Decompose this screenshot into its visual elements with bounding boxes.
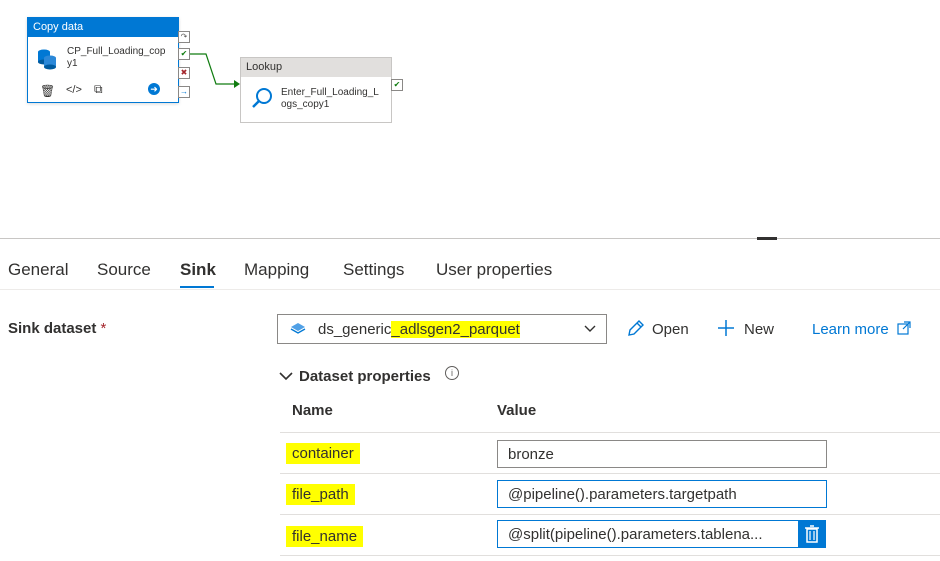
failure-port-icon[interactable]: ✖	[178, 67, 190, 79]
param-value-input[interactable]: @split(pipeline().parameters.tablena...	[497, 520, 799, 548]
completion-port-icon[interactable]: →	[178, 86, 190, 98]
param-value-input[interactable]: bronze	[497, 440, 827, 468]
tab-source[interactable]: Source	[97, 260, 151, 280]
learn-more-link[interactable]: Learn more	[812, 321, 911, 338]
new-label: New	[744, 321, 775, 338]
delete-icon[interactable]: 🗑	[40, 84, 55, 98]
clone-icon[interactable]: ⧉	[94, 82, 103, 97]
pencil-icon	[628, 320, 644, 336]
param-name: file_name	[286, 526, 364, 547]
row-divider	[280, 514, 940, 515]
success-port-icon[interactable]: ✔	[178, 48, 190, 60]
copy-data-activity[interactable]: Copy data CP_Full_Loading_copy1 🗑 </> ⧉ …	[27, 17, 179, 103]
skip-port-icon[interactable]: ↷	[178, 31, 190, 43]
tab-settings[interactable]: Settings	[343, 260, 404, 280]
tab-user-properties[interactable]: User properties	[436, 260, 552, 280]
code-icon[interactable]: </>	[66, 84, 82, 96]
plus-icon	[718, 320, 734, 336]
chevron-down-icon	[584, 325, 596, 332]
run-arrow-icon[interactable]: ➜	[148, 83, 160, 95]
open-label: Open	[652, 321, 689, 338]
tab-general[interactable]: General	[8, 260, 68, 280]
open-button[interactable]: Open	[626, 318, 689, 338]
param-name: container	[286, 443, 360, 464]
resize-handle[interactable]	[757, 237, 777, 240]
learn-more-label: Learn more	[812, 321, 889, 338]
lookup-activity[interactable]: Lookup Enter_Full_Loading_Logs_copy1	[240, 57, 392, 123]
sink-dataset-label-text: Sink dataset	[8, 320, 97, 337]
param-value-input[interactable]: @pipeline().parameters.targetpath	[497, 480, 827, 508]
lookup-activity-name: Enter_Full_Loading_Logs_copy1	[281, 87, 379, 110]
delete-value-button[interactable]	[798, 520, 826, 548]
sink-dataset-dropdown[interactable]: ds_generic_adlsgen2_parquet	[277, 314, 607, 344]
tab-mapping[interactable]: Mapping	[244, 260, 309, 280]
new-button[interactable]: New	[716, 318, 774, 338]
column-header-value: Value	[497, 402, 537, 419]
lookup-activity-type: Lookup	[241, 58, 391, 77]
param-name: file_path	[286, 484, 355, 505]
sink-dataset-value: ds_generic_adlsgen2_parquet	[318, 321, 520, 338]
table-row: file_name	[286, 526, 364, 547]
required-marker: *	[100, 320, 107, 337]
table-row: container	[286, 443, 360, 464]
row-divider	[280, 432, 940, 433]
dataset-properties-toggle[interactable]: Dataset properties	[279, 368, 431, 385]
success-connector	[186, 53, 240, 88]
dataset-icon	[290, 323, 306, 334]
copy-activity-type: Copy data	[28, 18, 178, 37]
chevron-down-icon	[279, 372, 293, 381]
dataset-properties-title: Dataset properties	[299, 368, 431, 385]
tab-sink[interactable]: Sink	[180, 260, 216, 280]
lookup-success-port-icon[interactable]: ✔	[391, 79, 403, 91]
row-divider	[280, 555, 940, 556]
dataset-name-highlight: _adlsgen2_parquet	[391, 321, 520, 338]
tabs-divider	[0, 289, 940, 290]
external-link-icon	[897, 321, 911, 335]
sink-dataset-label: Sink dataset *	[8, 320, 106, 337]
info-icon[interactable]: i	[445, 366, 459, 380]
dataset-name-prefix: ds_generic	[318, 321, 392, 338]
panel-divider	[0, 238, 940, 239]
active-tab-indicator	[180, 286, 214, 288]
database-copy-icon	[38, 49, 56, 70]
trash-icon	[805, 525, 819, 543]
lookup-magnifier-icon	[252, 88, 272, 108]
column-header-name: Name	[292, 402, 333, 419]
table-row: file_path	[286, 484, 355, 505]
copy-activity-name: CP_Full_Loading_copy1	[67, 46, 166, 69]
row-divider	[280, 473, 940, 474]
